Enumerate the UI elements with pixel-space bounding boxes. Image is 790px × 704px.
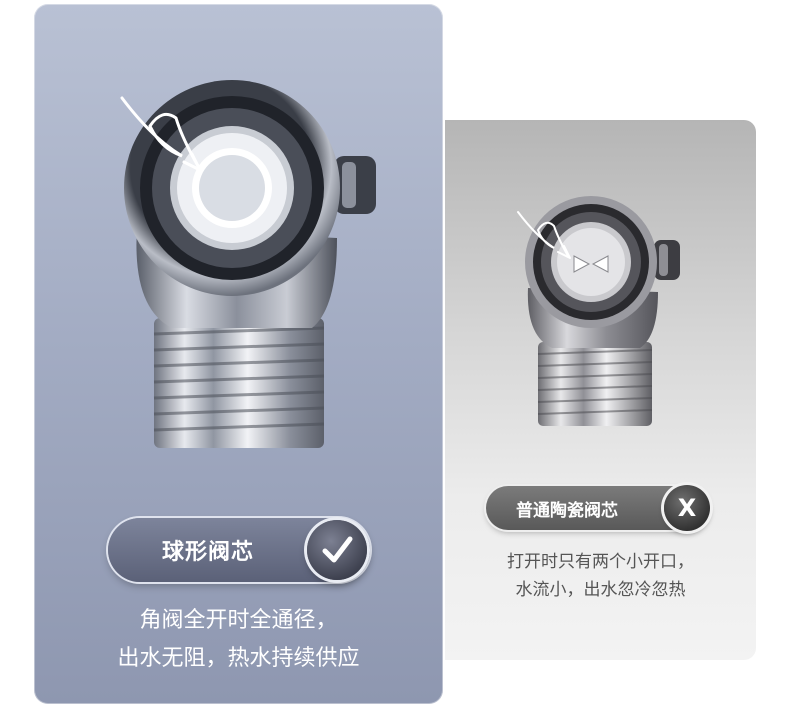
ball-valve-title: 球形阀芯 <box>162 540 255 565</box>
cross-icon: X <box>664 485 710 531</box>
ceramic-valve-image <box>517 196 680 426</box>
ceramic-valve-description-line1: 打开时只有两个小开口， <box>507 552 694 572</box>
ceramic-valve-title: 普通陶瓷阀芯 <box>516 500 618 521</box>
ball-valve-image <box>120 80 376 448</box>
ceramic-valve-description-line2: 水流小，出水忽冷忽热 <box>515 580 686 600</box>
cross-icon-text: X <box>677 494 697 522</box>
checkmark-icon <box>307 520 367 580</box>
ball-valve-description-line2: 出水无阻，热水持续供应 <box>117 646 360 671</box>
ball-valve-description-line1: 角阀全开时全通径， <box>139 608 338 633</box>
